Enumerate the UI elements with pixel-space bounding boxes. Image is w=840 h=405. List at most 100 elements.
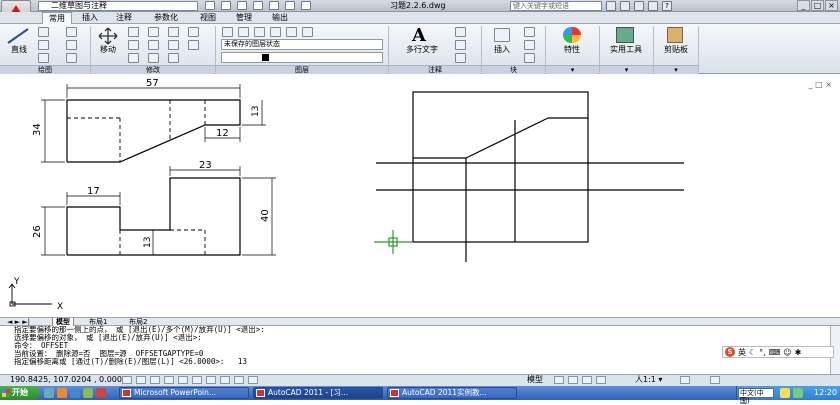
mirror-icon[interactable] xyxy=(148,40,159,50)
task-autocad-tutorial[interactable]: AutoCAD 2011实例教... xyxy=(387,387,517,399)
workspace-switch-icon[interactable] xyxy=(710,376,720,384)
drawing-canvas[interactable]: 57 34 13 12 23 17 26 40 13 Y X xyxy=(0,74,840,316)
layer-icon[interactable] xyxy=(286,27,297,37)
punctuation-icon[interactable]: °, xyxy=(759,348,766,357)
clipboard-button[interactable]: 剪贴板 xyxy=(656,44,696,55)
utilities-panel-label[interactable]: ▾ xyxy=(600,65,653,74)
coordinate-readout[interactable]: 190.8425, 107.0204 , 0.0000 xyxy=(10,375,127,385)
line-button[interactable]: 直线 xyxy=(6,44,32,55)
quicklaunch-icon[interactable] xyxy=(83,388,93,398)
help-icon[interactable]: ? xyxy=(662,1,672,11)
line-icon[interactable] xyxy=(6,27,30,45)
leader-icon[interactable] xyxy=(455,40,466,50)
task-powerpoint[interactable]: Microsoft PowerPoin... xyxy=(119,387,249,399)
tab-output[interactable]: 输出 xyxy=(266,12,294,24)
star-icon[interactable] xyxy=(648,1,658,11)
lineweight-toggle[interactable] xyxy=(234,376,244,384)
scale-icon[interactable] xyxy=(148,53,159,63)
binoculars-icon[interactable] xyxy=(606,1,616,11)
layer-combo[interactable]: 0 xyxy=(221,52,383,63)
pan-icon[interactable] xyxy=(582,376,592,384)
snap-toggle[interactable] xyxy=(122,376,132,384)
draw-panel-label[interactable]: 绘图 xyxy=(0,65,90,74)
moon-icon[interactable]: ☾ xyxy=(749,348,756,357)
quick-view-icon[interactable] xyxy=(554,376,564,384)
dimension-icon[interactable] xyxy=(455,27,466,37)
user-icon[interactable]: ☺ xyxy=(783,348,791,357)
properties-panel-label[interactable]: ▾ xyxy=(546,65,599,74)
table-icon[interactable] xyxy=(455,53,466,63)
annotation-panel-label[interactable]: 注释 xyxy=(389,65,481,74)
tab-parametric[interactable]: 参数化 xyxy=(146,12,186,24)
ellipse-icon[interactable] xyxy=(66,53,77,63)
circle-icon[interactable] xyxy=(38,40,49,50)
model-space-label[interactable]: 模型 xyxy=(527,375,543,385)
attribute-icon[interactable] xyxy=(524,53,535,63)
tab-view[interactable]: 视图 xyxy=(194,12,222,24)
maximize-button[interactable]: □ xyxy=(811,0,824,11)
insert-button[interactable]: 插入 xyxy=(486,44,518,55)
block-panel-label[interactable]: 块 xyxy=(482,65,545,74)
ime-lang[interactable]: 英 xyxy=(738,347,746,358)
close-button[interactable]: × xyxy=(825,0,838,11)
open-icon[interactable] xyxy=(221,1,231,10)
mtext-button[interactable]: 多行文字 xyxy=(398,44,446,55)
create-block-icon[interactable] xyxy=(524,27,535,37)
clipboard-icon[interactable] xyxy=(667,27,683,43)
language-indicator[interactable]: 中文(中国) xyxy=(738,388,774,405)
hatch-icon[interactable] xyxy=(66,40,77,50)
ducs-toggle[interactable] xyxy=(206,376,216,384)
arc-icon[interactable] xyxy=(38,53,49,63)
new-icon[interactable] xyxy=(205,1,215,10)
redo-icon[interactable] xyxy=(285,1,295,10)
layer-icon[interactable] xyxy=(238,27,249,37)
move-button[interactable]: 移动 xyxy=(94,44,122,55)
layer-icon[interactable] xyxy=(254,27,265,37)
ime-toolbar[interactable]: S 英 ☾ °, ⌨ ☺ ✱ xyxy=(722,346,834,358)
ortho-toggle[interactable] xyxy=(150,376,160,384)
tray-icon[interactable] xyxy=(793,388,803,398)
plot-icon[interactable] xyxy=(301,1,311,10)
text-icon[interactable]: A xyxy=(412,25,426,46)
layer-icon[interactable] xyxy=(270,27,281,37)
command-window[interactable]: 指定要偏移的那一侧上的点， 或 [退出(E)/多个(M)/放弃(U)] <退出>… xyxy=(0,326,840,374)
grid-toggle[interactable] xyxy=(136,376,146,384)
utilities-button[interactable]: 实用工具 xyxy=(602,44,650,55)
keyboard-icon[interactable]: ⌨ xyxy=(769,348,781,357)
polar-toggle[interactable] xyxy=(164,376,174,384)
qp-toggle[interactable] xyxy=(248,376,258,384)
clipboard-panel-label[interactable]: ▾ xyxy=(654,65,698,74)
quicklaunch-icon[interactable] xyxy=(44,388,54,398)
layers-panel-label[interactable]: 图层 xyxy=(216,65,388,74)
zoom-icon[interactable] xyxy=(596,376,606,384)
fillet-icon[interactable] xyxy=(168,40,179,50)
tab-manage[interactable]: 管理 xyxy=(230,12,258,24)
trim-icon[interactable] xyxy=(148,27,159,37)
layer-properties-icon[interactable] xyxy=(222,27,233,37)
print-icon[interactable] xyxy=(253,1,263,10)
osnap-toggle[interactable] xyxy=(178,376,188,384)
edit-block-icon[interactable] xyxy=(524,40,535,50)
otrack-toggle[interactable] xyxy=(192,376,202,384)
tab-insert[interactable]: 插入 xyxy=(76,12,104,24)
dyn-toggle[interactable] xyxy=(220,376,230,384)
tab-annotate[interactable]: 注释 xyxy=(110,12,138,24)
search-input[interactable]: 键入关键字或短语 xyxy=(510,1,602,11)
explode-icon[interactable] xyxy=(188,27,199,37)
erase-icon[interactable] xyxy=(168,27,179,37)
rotate-icon[interactable] xyxy=(128,27,139,37)
quick-view-icon[interactable] xyxy=(568,376,578,384)
undo-icon[interactable] xyxy=(269,1,279,10)
workspace-combo[interactable]: 二维草图与注释 xyxy=(38,1,198,11)
modify-panel-label[interactable]: 修改 xyxy=(91,65,215,74)
tools-icon[interactable]: ✱ xyxy=(795,348,802,357)
communication-icon[interactable] xyxy=(634,1,644,11)
layer-icon[interactable] xyxy=(302,27,313,37)
offset-icon[interactable] xyxy=(188,40,199,50)
stretch-icon[interactable] xyxy=(128,53,139,63)
insert-block-icon[interactable] xyxy=(494,28,510,42)
task-autocad-exercise[interactable]: AutoCAD 2011 - [习... xyxy=(253,387,383,399)
array-icon[interactable] xyxy=(168,53,179,63)
quicklaunch-icon[interactable] xyxy=(70,388,80,398)
properties-button[interactable]: 特性 xyxy=(552,44,592,55)
